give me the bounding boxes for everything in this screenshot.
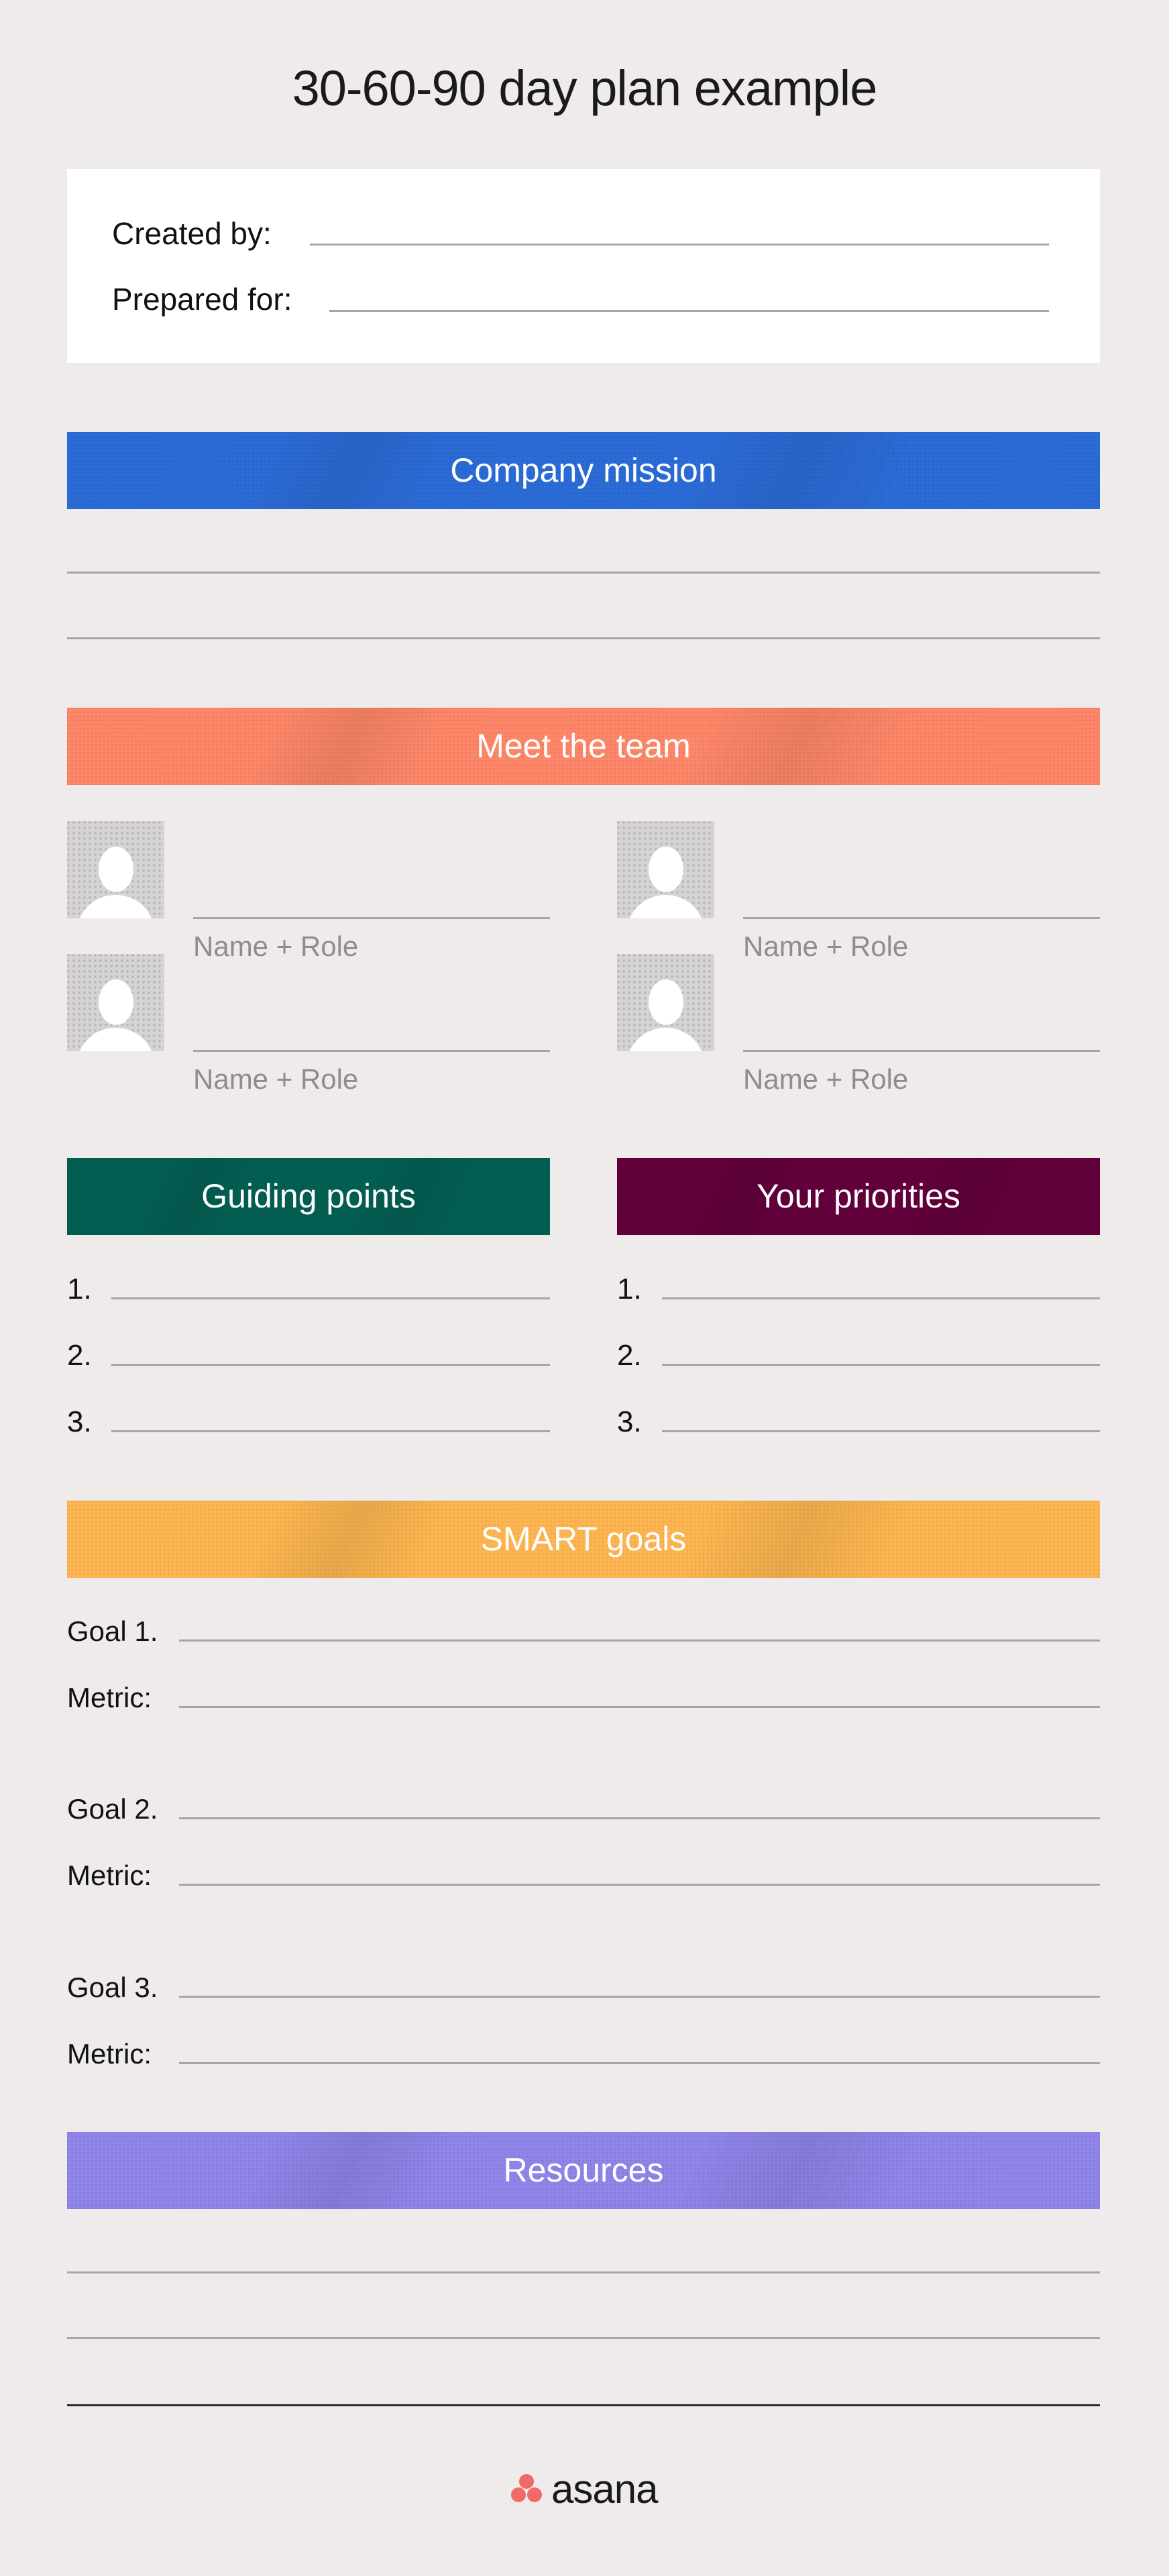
metric-3-label: Metric: [67, 2038, 152, 2070]
team-member-2-caption: Name + Role [743, 930, 909, 962]
prepared-for-field[interactable] [329, 310, 1049, 312]
priority-number: 3. [617, 1405, 642, 1438]
priority-field[interactable] [662, 1430, 1100, 1432]
avatar-placeholder-icon [617, 954, 714, 1051]
resources-line-1[interactable] [67, 2271, 1100, 2273]
team-member-3-name-field[interactable] [193, 1050, 550, 1052]
team-member-4-name-field[interactable] [743, 1050, 1100, 1052]
asana-logo: asana [0, 2467, 1169, 2516]
page-title: 30-60-90 day plan example [292, 60, 878, 116]
team-member-1-name-field[interactable] [193, 917, 550, 919]
your-priorities-title: Your priorities [757, 1177, 960, 1215]
metric-3-field[interactable] [179, 2062, 1100, 2064]
smart-goals-header: SMART goals [67, 1501, 1100, 1578]
goal-1-field[interactable] [179, 1640, 1100, 1642]
goal-2-label: Goal 2. [67, 1793, 158, 1825]
resources-line-3[interactable] [67, 2404, 1100, 2406]
company-mission-line-2[interactable] [67, 637, 1100, 639]
metric-1-field[interactable] [179, 1706, 1100, 1708]
metric-2-label: Metric: [67, 1860, 152, 1891]
created-by-field[interactable] [310, 244, 1049, 246]
company-mission-title: Company mission [450, 451, 717, 489]
company-mission-line-1[interactable] [67, 572, 1100, 574]
prepared-for-label: Prepared for: [112, 282, 292, 317]
priority-field[interactable] [662, 1297, 1100, 1299]
guiding-point-number: 2. [67, 1339, 92, 1372]
metric-1-label: Metric: [67, 1682, 152, 1713]
smart-goals-title: SMART goals [480, 1520, 687, 1558]
goal-3-label: Goal 3. [67, 1972, 158, 2003]
team-member-3-caption: Name + Role [193, 1063, 359, 1095]
team-member-1-caption: Name + Role [193, 930, 359, 962]
guiding-point-field[interactable] [111, 1297, 550, 1299]
guiding-point-field[interactable] [111, 1430, 550, 1432]
team-member-4-caption: Name + Role [743, 1063, 909, 1095]
guiding-points-title: Guiding points [201, 1177, 416, 1215]
avatar-placeholder-icon [67, 821, 164, 918]
created-by-label: Created by: [112, 216, 272, 251]
header-card [67, 169, 1100, 363]
metric-2-field[interactable] [179, 1884, 1100, 1886]
resources-line-2[interactable] [67, 2337, 1100, 2339]
resources-header: Resources [67, 2132, 1100, 2209]
company-mission-header: Company mission [67, 432, 1100, 509]
priority-field[interactable] [662, 1364, 1100, 1366]
goal-3-field[interactable] [179, 1996, 1100, 1998]
priority-number: 1. [617, 1273, 642, 1305]
guiding-point-field[interactable] [111, 1364, 550, 1366]
meet-the-team-title: Meet the team [476, 727, 691, 765]
avatar-placeholder-icon [617, 821, 714, 918]
resources-title: Resources [503, 2151, 664, 2189]
team-member-2-name-field[interactable] [743, 917, 1100, 919]
goal-2-field[interactable] [179, 1817, 1100, 1819]
asana-wordmark: asana [551, 2467, 658, 2512]
guiding-point-number: 3. [67, 1405, 92, 1438]
avatar-placeholder-icon [67, 954, 164, 1051]
guiding-points-header: Guiding points [67, 1158, 550, 1235]
priority-number: 2. [617, 1339, 642, 1372]
guiding-point-number: 1. [67, 1273, 92, 1305]
your-priorities-header: Your priorities [617, 1158, 1100, 1235]
meet-the-team-header: Meet the team [67, 708, 1100, 785]
goal-1-label: Goal 1. [67, 1615, 158, 1647]
